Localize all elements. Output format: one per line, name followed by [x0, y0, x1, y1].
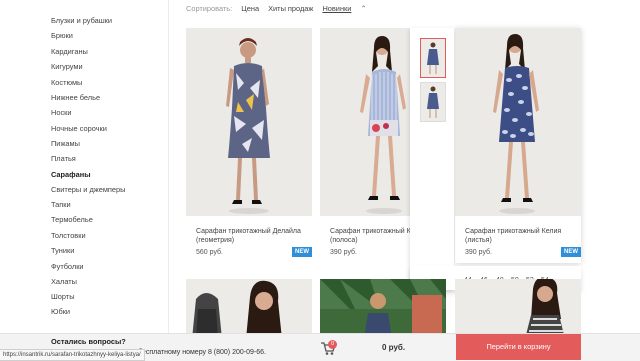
- product-photo[interactable]: [186, 279, 312, 339]
- sort-label: Сортировать:: [186, 4, 233, 13]
- product-name[interactable]: Сарафан трикотажный Делайла (геометрия): [196, 227, 308, 245]
- category-item-socks[interactable]: Носки: [51, 108, 72, 117]
- sort-by-price[interactable]: Цена: [241, 4, 259, 13]
- category-item-tunics[interactable]: Туники: [51, 246, 74, 255]
- sort-bar: Сортировать: Цена Хиты продаж Новинки ⌃: [186, 4, 374, 13]
- cart-total: 0 руб.: [382, 343, 406, 352]
- category-item-hoodies[interactable]: Толстовки: [51, 231, 86, 240]
- category-item-slippers[interactable]: Тапки: [51, 200, 71, 209]
- category-item-tshirts[interactable]: Футболки: [51, 262, 84, 271]
- category-item-sweaters[interactable]: Свитеры и джемперы: [51, 185, 125, 194]
- category-item-dresses[interactable]: Платья: [51, 154, 76, 163]
- sort-by-newest[interactable]: Новинки: [322, 4, 351, 13]
- product-price: 560 руб.: [196, 249, 223, 256]
- category-item-sundresses[interactable]: Сарафаны: [51, 170, 91, 179]
- product-card[interactable]: Сарафан трикотажный Делайла (геометрия) …: [186, 28, 312, 263]
- new-badge: NEW: [561, 247, 581, 257]
- photo-thumbnail-strip: [410, 28, 454, 290]
- questions-title: Остались вопросы?: [51, 337, 126, 346]
- cart-count-badge: 0: [328, 340, 337, 349]
- category-item-suits[interactable]: Костюмы: [51, 78, 82, 87]
- photo-thumbnail[interactable]: [420, 82, 446, 122]
- product-photo[interactable]: [320, 279, 446, 339]
- category-item-cardigans[interactable]: Кардиганы: [51, 47, 88, 56]
- product-price: 390 руб.: [330, 249, 357, 256]
- phone-text: бесплатному номеру 8 (800) 200-09-66.: [138, 349, 266, 356]
- product-photo[interactable]: [186, 28, 312, 216]
- new-badge: NEW: [292, 247, 312, 257]
- category-sidebar: Блузки и рубашки Брюки Кардиганы Кигурум…: [0, 0, 169, 334]
- photo-thumbnail[interactable]: [420, 38, 446, 78]
- category-item-skirts[interactable]: Юбки: [51, 307, 70, 316]
- product-card[interactable]: Сарафан трикотажный Келия (листья) 390 р…: [455, 28, 581, 263]
- category-item-blouses[interactable]: Блузки и рубашки: [51, 16, 112, 25]
- product-photo[interactable]: [455, 28, 581, 216]
- category-item-trousers[interactable]: Брюки: [51, 31, 73, 40]
- product-name[interactable]: Сарафан трикотажный Келия (листья): [465, 227, 577, 245]
- go-to-cart-button[interactable]: Перейти в корзину: [456, 334, 581, 360]
- category-item-thermal[interactable]: Термобелье: [51, 215, 93, 224]
- category-item-robes[interactable]: Халаты: [51, 277, 77, 286]
- category-item-kigurumi[interactable]: Кигуруми: [51, 62, 83, 71]
- product-price: 390 руб.: [465, 249, 492, 256]
- category-item-nightgowns[interactable]: Ночные сорочки: [51, 124, 107, 133]
- sort-by-bestsellers[interactable]: Хиты продаж: [268, 4, 313, 13]
- sort-direction-icon[interactable]: ⌃: [360, 4, 366, 13]
- category-item-shorts[interactable]: Шорты: [51, 292, 75, 301]
- product-photo[interactable]: [455, 279, 581, 339]
- category-item-pajamas[interactable]: Пижамы: [51, 139, 80, 148]
- category-item-underwear[interactable]: Нижнее белье: [51, 93, 100, 102]
- status-bar-url: https://insantrik.ru/sarafan-trikotazhny…: [0, 349, 145, 361]
